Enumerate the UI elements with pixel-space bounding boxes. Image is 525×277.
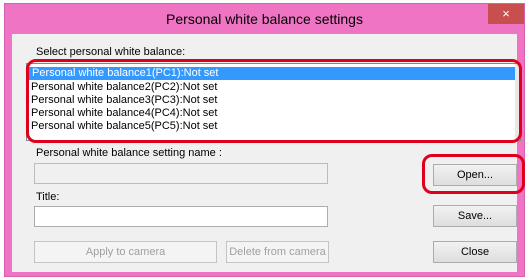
title-label: Title: [36, 191, 60, 203]
apply-to-camera-button[interactable]: Apply to camera [34, 241, 217, 263]
wb-listbox[interactable]: Personal white balance1(PC1):Not set Per… [26, 63, 521, 141]
delete-from-camera-button[interactable]: Delete from camera [226, 241, 329, 263]
select-wb-label: Select personal white balance: [36, 46, 186, 58]
save-button[interactable]: Save... [433, 205, 517, 227]
list-item[interactable]: Personal white balance2(PC2):Not set [27, 81, 520, 94]
list-item[interactable]: Personal white balance4(PC4):Not set [27, 107, 520, 120]
window-title: Personal white balance settings [166, 11, 363, 27]
close-icon[interactable]: × [488, 4, 524, 24]
close-button[interactable]: Close [433, 241, 517, 263]
setting-name-field[interactable] [34, 163, 328, 184]
list-scrollbar[interactable] [515, 64, 520, 140]
list-item[interactable]: Personal white balance1(PC1):Not set [28, 67, 515, 80]
title-field[interactable] [34, 206, 328, 227]
list-item[interactable]: Personal white balance5(PC5):Not set [27, 120, 520, 133]
setting-name-label: Personal white balance setting name : [36, 147, 222, 159]
open-button[interactable]: Open... [433, 164, 517, 186]
list-item[interactable]: Personal white balance3(PC3):Not set [27, 94, 520, 107]
